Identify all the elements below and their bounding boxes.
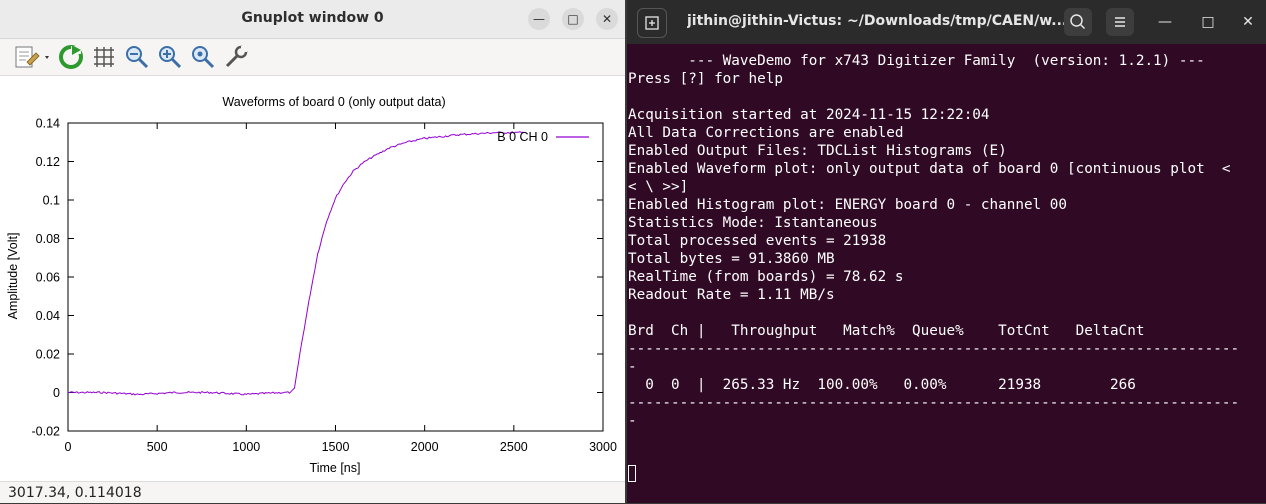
terminal-titlebar[interactable]: jithin@jithin-Victus: ~/Downloads/tmp/CA… [627,0,1266,44]
x-tick-label: 2500 [500,440,528,454]
y-tick-label: 0.02 [36,348,60,362]
x-tick-label: 500 [147,440,168,454]
terminal-line: < \ >>] [628,179,689,195]
y-axis-label: Amplitude [Volt] [6,233,20,320]
maximize-icon[interactable]: □ [1194,8,1222,36]
hamburger-menu-icon[interactable] [1106,8,1134,36]
y-tick-label: 0.08 [36,232,60,246]
y-tick-label: 0.04 [36,309,60,323]
y-tick-label: 0.12 [36,155,60,169]
x-tick-label: 1000 [232,440,260,454]
autoscale-icon[interactable] [190,44,216,70]
x-tick-label: 3000 [589,440,617,454]
legend-label: B 0 CH 0 [497,130,548,144]
terminal-line: ----------------------------------------… [628,395,1240,411]
gnuplot-window: Gnuplot window 0 — □ ✕ Waveforms of boar… [0,0,625,503]
y-tick-label: -0.02 [32,425,61,439]
close-icon[interactable]: ✕ [1234,8,1262,36]
cursor-coordinates: 3017.34, 0.114018 [0,481,625,503]
terminal-line: Readout Rate = 1.11 MB/s [628,287,835,303]
new-tab-icon[interactable] [637,8,667,38]
terminal-line: --- WaveDemo for x743 Digitizer Family (… [628,53,1205,69]
terminal-output[interactable]: --- WaveDemo for x743 Digitizer Family (… [628,52,1264,430]
x-tick-label: 0 [65,440,72,454]
replot-icon[interactable] [58,44,84,70]
terminal-line: RealTime (from boards) = 78.62 s [628,269,904,285]
close-button[interactable]: ✕ [596,8,618,30]
x-axis-label: Time [ns] [310,461,361,475]
terminal-line: Brd Ch | Throughput Match% Queue% TotCnt… [628,323,1145,339]
zoom-next-icon[interactable] [157,44,183,70]
waveform-chart: Waveforms of board 0 (only output data) … [6,95,617,475]
terminal-cursor [628,465,636,482]
terminal-line: Acquisition started at 2024-11-15 12:22:… [628,107,990,123]
copy-icon[interactable] [12,44,54,70]
terminal-line: Statistics Mode: Istantaneous [628,215,878,231]
gnuplot-toolbar [0,39,625,76]
zoom-previous-icon[interactable] [124,44,150,70]
terminal-window[interactable]: jithin@jithin-Victus: ~/Downloads/tmp/CA… [627,0,1266,503]
terminal-line: ----------------------------------------… [628,341,1240,357]
y-tick-label: 0 [53,386,60,400]
terminal-title: jithin@jithin-Victus: ~/Downloads/tmp/CA… [687,13,1067,29]
terminal-line: Enabled Histogram plot: ENERGY board 0 -… [628,197,1067,213]
terminal-line: - [628,413,637,429]
terminal-line: Total bytes = 91.3860 MB [628,251,835,267]
terminal-line: Press [?] for help [628,71,783,87]
minimize-icon[interactable]: — [1151,8,1179,36]
terminal-line: 0 0 | 265.33 Hz 100.00% 0.00% 21938 266 [628,377,1136,393]
y-tick-label: 0.06 [36,271,60,285]
terminal-line: All Data Corrections are enabled [628,125,904,141]
terminal-line: Total processed events = 21938 [628,233,887,249]
plot-frame [67,122,604,432]
search-icon[interactable] [1064,8,1092,36]
x-tick-label: 1500 [322,440,350,454]
plot-area[interactable]: Waveforms of board 0 (only output data) … [0,76,625,481]
minimize-button[interactable]: — [528,8,550,30]
settings-icon[interactable] [223,44,249,70]
y-tick-label: 0.14 [36,117,60,131]
terminal-line: - [628,359,637,375]
x-tick-label: 2000 [411,440,439,454]
chart-title: Waveforms of board 0 (only output data) [222,95,445,109]
series-line [67,131,525,396]
terminal-line: Enabled Output Files: TDCList Histograms… [628,143,1007,159]
terminal-line: Enabled Waveform plot: only output data … [628,161,1231,177]
gnuplot-titlebar[interactable]: Gnuplot window 0 — □ ✕ [0,0,625,39]
y-tick-label: 0.1 [43,194,60,208]
maximize-button[interactable]: □ [562,8,584,30]
grid-icon[interactable] [91,44,117,70]
